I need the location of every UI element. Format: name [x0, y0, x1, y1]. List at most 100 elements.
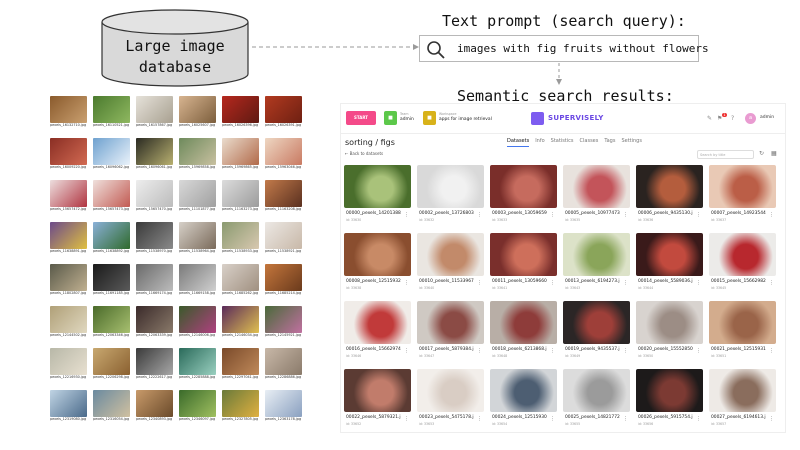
more-options-icon[interactable]: ⋮	[623, 348, 628, 354]
database-image-caption: pexels_11638891.jpg	[50, 249, 87, 253]
result-thumbnail[interactable]	[490, 165, 557, 208]
result-card[interactable]: 00000_pexels_14201388 id: 33630 ⋮	[344, 165, 411, 232]
more-options-icon[interactable]: ⋮	[696, 416, 701, 422]
more-options-icon[interactable]: ⋮	[404, 280, 409, 286]
database-image-thumb: pexels_16096061.jpg	[136, 138, 173, 178]
result-thumbnail[interactable]	[709, 369, 776, 412]
result-card[interactable]: 00022_pexels_5879321.j id: 33652 ⋮	[344, 369, 411, 436]
start-button[interactable]: START	[346, 111, 376, 125]
workspace-name[interactable]: apps for image retrieval	[439, 117, 492, 122]
result-card[interactable]: 00025_pexels_14821772 id: 33655 ⋮	[563, 369, 630, 436]
database-image	[93, 180, 130, 207]
result-card[interactable]: 00015_pexels_15662982 id: 33645 ⋮	[709, 233, 776, 300]
result-card[interactable]: 00020_pexels_15552850 id: 33650 ⋮	[636, 301, 703, 368]
tab-tags[interactable]: Tags	[604, 138, 615, 147]
tab-settings[interactable]: Settings	[621, 138, 642, 147]
result-card[interactable]: 00002_pexels_13726803 id: 33632 ⋮	[417, 165, 484, 232]
result-thumbnail[interactable]	[636, 369, 703, 412]
more-options-icon[interactable]: ⋮	[696, 348, 701, 354]
result-card[interactable]: 00011_pexels_13059660 id: 33641 ⋮	[490, 233, 557, 300]
result-thumbnail[interactable]	[636, 233, 703, 276]
result-card[interactable]: 00003_pexels_13059659 id: 33633 ⋮	[490, 165, 557, 232]
result-card[interactable]: 00007_pexels_14923544 id: 33637 ⋮	[709, 165, 776, 232]
database-image	[179, 390, 216, 417]
more-options-icon[interactable]: ⋮	[623, 280, 628, 286]
result-card[interactable]: 00027_pexels_6194613.j id: 33657 ⋮	[709, 369, 776, 436]
result-thumbnail[interactable]	[344, 301, 411, 344]
database-image-thumb: pexels_12206298.jpg	[93, 348, 130, 388]
more-options-icon[interactable]: ⋮	[769, 348, 774, 354]
more-options-icon[interactable]: ⋮	[550, 416, 555, 422]
result-thumbnail[interactable]	[490, 301, 557, 344]
result-card[interactable]: 00006_pexels_9435130.j id: 33636 ⋮	[636, 165, 703, 232]
result-thumbnail[interactable]	[417, 301, 484, 344]
more-options-icon[interactable]: ⋮	[769, 212, 774, 218]
more-options-icon[interactable]: ⋮	[477, 416, 482, 422]
result-thumbnail[interactable]	[417, 233, 484, 276]
more-options-icon[interactable]: ⋮	[769, 416, 774, 422]
result-card[interactable]: 00013_pexels_6194273.j id: 33643 ⋮	[563, 233, 630, 300]
tab-classes[interactable]: Classes	[580, 138, 599, 147]
database-image-thumb: pexels_15657472.jpg	[50, 180, 87, 220]
more-options-icon[interactable]: ⋮	[623, 416, 628, 422]
more-options-icon[interactable]: ⋮	[696, 280, 701, 286]
tab-datasets[interactable]: Datasets	[507, 138, 530, 147]
result-thumbnail[interactable]	[344, 233, 411, 276]
tab-info[interactable]: Info	[535, 138, 544, 147]
more-options-icon[interactable]: ⋮	[550, 348, 555, 354]
help-icon[interactable]: ?	[731, 115, 734, 122]
result-card[interactable]: 00018_pexels_6213868.j id: 33648 ⋮	[490, 301, 557, 368]
more-options-icon[interactable]: ⋮	[477, 212, 482, 218]
result-thumbnail[interactable]	[636, 165, 703, 208]
more-options-icon[interactable]: ⋮	[550, 280, 555, 286]
more-options-icon[interactable]: ⋮	[696, 212, 701, 218]
result-thumbnail[interactable]	[563, 165, 630, 208]
more-options-icon[interactable]: ⋮	[404, 348, 409, 354]
result-thumbnail[interactable]	[417, 369, 484, 412]
grid-view-icon[interactable]: ▦	[771, 150, 777, 157]
result-thumbnail[interactable]	[344, 165, 411, 208]
database-image	[265, 348, 302, 375]
result-card[interactable]: 00005_pexels_10977473 id: 33635 ⋮	[563, 165, 630, 232]
result-card[interactable]: 00016_pexels_15662974 id: 33646 ⋮	[344, 301, 411, 368]
result-thumbnail[interactable]	[709, 233, 776, 276]
result-thumbnail[interactable]	[344, 369, 411, 412]
result-card[interactable]: 00014_pexels_5589036.j id: 33644 ⋮	[636, 233, 703, 300]
team-name[interactable]: admin	[400, 117, 414, 122]
result-name: 00003_pexels_13059659	[492, 211, 547, 216]
result-thumbnail[interactable]	[636, 301, 703, 344]
result-thumbnail[interactable]	[709, 301, 776, 344]
result-card[interactable]: 00024_pexels_12515930 id: 33654 ⋮	[490, 369, 557, 436]
search-query-box[interactable]: images with fig fruits without flowers	[419, 35, 709, 62]
user-menu[interactable]: admin	[760, 115, 774, 120]
refresh-icon[interactable]: ↻	[759, 150, 764, 157]
result-thumbnail[interactable]	[563, 301, 630, 344]
result-card[interactable]: 00019_pexels_9435537.j id: 33649 ⋮	[563, 301, 630, 368]
result-card[interactable]: 00026_pexels_5915754.j id: 33656 ⋮	[636, 369, 703, 436]
result-thumbnail[interactable]	[490, 369, 557, 412]
result-thumbnail[interactable]	[417, 165, 484, 208]
more-options-icon[interactable]: ⋮	[404, 416, 409, 422]
more-options-icon[interactable]: ⋮	[477, 280, 482, 286]
pin-icon[interactable]: ✎	[707, 115, 712, 122]
notifications-icon[interactable]: ⚑1	[717, 113, 727, 122]
result-card[interactable]: 00023_pexels_5475178.j id: 33653 ⋮	[417, 369, 484, 436]
result-card[interactable]: 00021_pexels_12515931 id: 33651 ⋮	[709, 301, 776, 368]
more-options-icon[interactable]: ⋮	[477, 348, 482, 354]
avatar[interactable]: a	[745, 113, 756, 124]
tab-statistics[interactable]: Statistics	[551, 138, 574, 147]
result-card[interactable]: 00008_pexels_12515932 id: 33638 ⋮	[344, 233, 411, 300]
more-options-icon[interactable]: ⋮	[769, 280, 774, 286]
more-options-icon[interactable]: ⋮	[550, 212, 555, 218]
more-options-icon[interactable]: ⋮	[404, 212, 409, 218]
result-card[interactable]: 00010_pexels_11533967 id: 33640 ⋮	[417, 233, 484, 300]
dataset-filter-input[interactable]: Search by title	[697, 150, 754, 159]
database-image-thumb: pexels_11538964.jpg	[179, 222, 216, 262]
more-options-icon[interactable]: ⋮	[623, 212, 628, 218]
result-thumbnail[interactable]	[563, 233, 630, 276]
result-thumbnail[interactable]	[563, 369, 630, 412]
back-to-datasets-link[interactable]: ← Back to datasets	[345, 151, 383, 156]
result-thumbnail[interactable]	[709, 165, 776, 208]
result-card[interactable]: 00017_pexels_5879384.j id: 33647 ⋮	[417, 301, 484, 368]
result-thumbnail[interactable]	[490, 233, 557, 276]
